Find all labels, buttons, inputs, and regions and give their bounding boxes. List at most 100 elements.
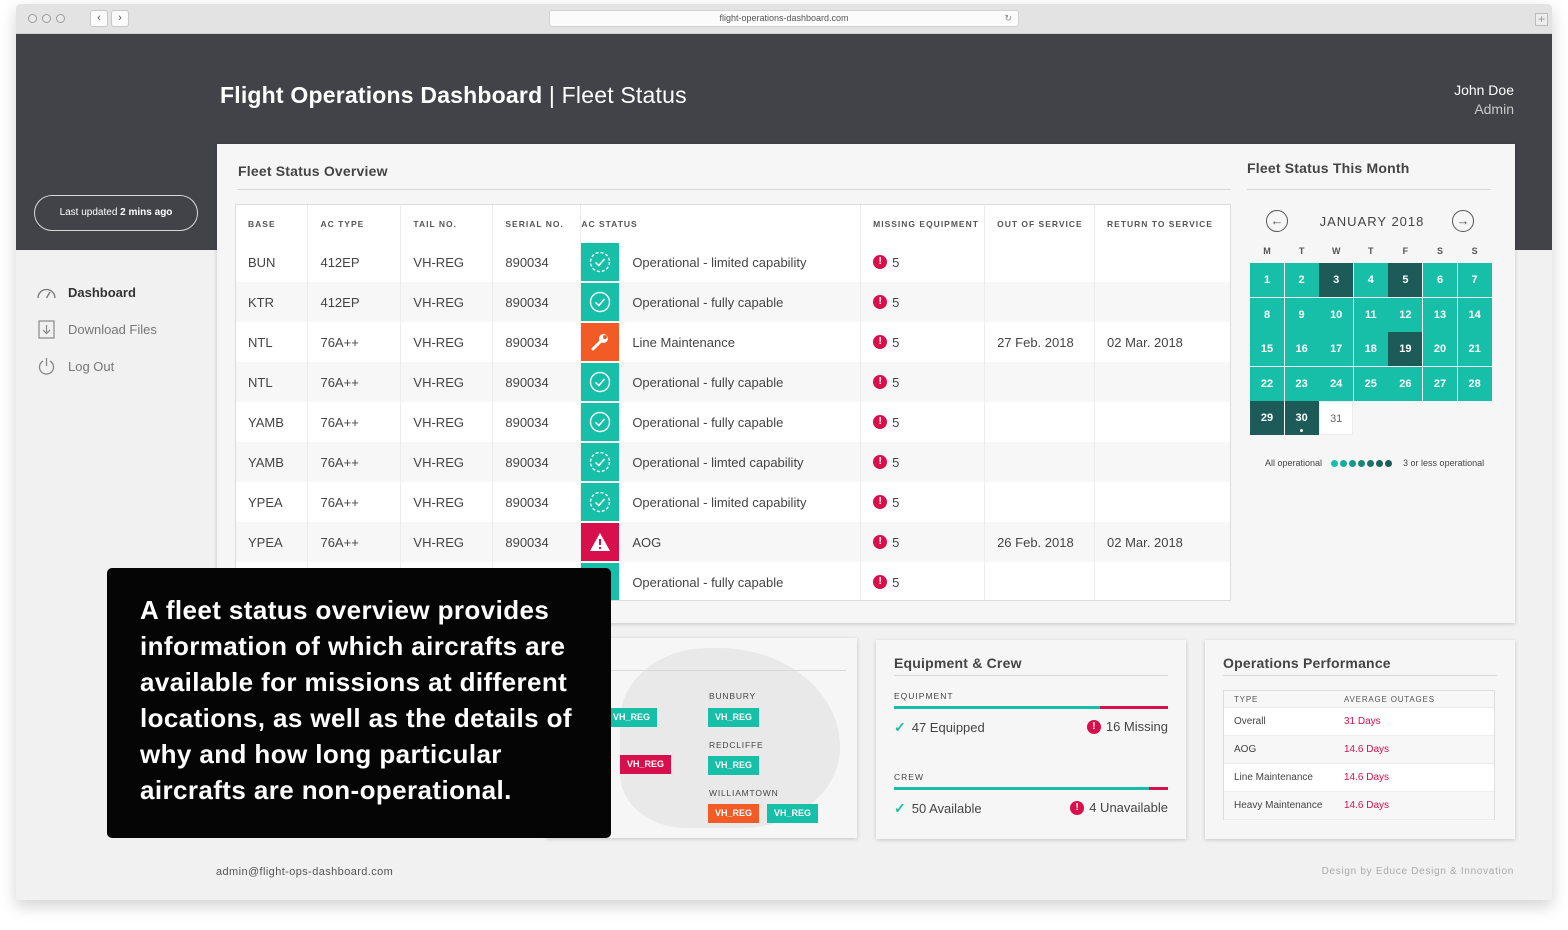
calendar-day[interactable]: 15: [1250, 332, 1284, 366]
fleet-overview-title: Fleet Status Overview: [238, 163, 388, 179]
cell-status: Operational - fully capable: [580, 562, 862, 600]
calendar-day-number: 15: [1260, 343, 1274, 355]
map-aircraft-tag[interactable]: VH_REG: [620, 755, 672, 774]
zoom-window-button[interactable]: [56, 14, 65, 23]
minimize-window-button[interactable]: [42, 14, 51, 23]
next-month-button[interactable]: →: [1452, 210, 1474, 232]
dashed-check-circle-icon: [581, 443, 620, 481]
dashed-check-circle-icon: [581, 243, 620, 281]
calendar-day[interactable]: 2: [1284, 263, 1319, 297]
browser-toolbar: ‹ › flight-operations-dashboard.com ↻ +: [16, 4, 1552, 34]
close-window-button[interactable]: [28, 14, 37, 23]
column-header: AVERAGE OUTAGES: [1344, 694, 1435, 704]
alert-icon: !: [873, 255, 888, 269]
calendar-day[interactable]: 30: [1284, 401, 1319, 435]
address-bar[interactable]: flight-operations-dashboard.com ↻: [549, 10, 1019, 27]
calendar-day[interactable]: 18: [1353, 332, 1388, 366]
calendar-day[interactable]: 4: [1353, 263, 1388, 297]
calendar-day[interactable]: 23: [1284, 366, 1319, 401]
calendar-day[interactable]: 16: [1284, 332, 1319, 366]
outage-type: Overall: [1234, 716, 1266, 727]
missing-count: 5: [892, 454, 900, 470]
table-row[interactable]: YPEA 76A++ VH-REG 890034 AOG! 5 26 Feb. 2018 02…: [236, 522, 1230, 562]
footer-email[interactable]: admin@flight-ops-dashboard.com: [216, 866, 393, 878]
cell-base: NTL: [236, 362, 309, 402]
city-label: BUNBURY: [709, 691, 757, 701]
table-row[interactable]: KTR 412EP VH-REG 890034 Operational - fully …: [236, 282, 1230, 322]
map-aircraft-tag[interactable]: VH_REG: [708, 804, 760, 823]
column-header[interactable]: AC STATUS: [580, 205, 862, 242]
column-header[interactable]: RETURN TO SERVICE: [1094, 205, 1230, 242]
user-menu[interactable]: John Doe Admin: [1454, 81, 1514, 119]
missing-stat: ! 16 Missing: [1086, 719, 1168, 734]
table-row[interactable]: YPEA 76A++ VH-REG 890034 Operational - limit…: [236, 482, 1230, 522]
missing-count: 5: [892, 414, 900, 430]
sidebar-item-log-out[interactable]: Log Out: [36, 348, 157, 385]
calendar-day[interactable]: 6: [1423, 263, 1457, 297]
calendar-day[interactable]: 3: [1319, 263, 1354, 297]
calendar-day[interactable]: 7: [1457, 263, 1492, 297]
page-title: Flight Operations Dashboard | Fleet Stat…: [220, 82, 687, 109]
calendar-day[interactable]: 28: [1457, 366, 1492, 401]
unavailable-value: 4 Unavailable: [1089, 800, 1168, 815]
calendar-day-number: 19: [1399, 343, 1412, 355]
column-header[interactable]: SERIAL NO.: [492, 205, 582, 242]
calendar-day-number: 31: [1330, 413, 1343, 425]
status-text: Line Maintenance: [632, 334, 735, 350]
outage-type: AOG: [1234, 744, 1257, 755]
back-button[interactable]: ‹: [90, 10, 108, 27]
table-row[interactable]: NTL 76A++ VH-REG 890034 Line Maintenance! 5 27…: [236, 322, 1230, 362]
column-header[interactable]: MISSING EQUIPMENT: [860, 205, 986, 242]
calendar-day-number: 7: [1471, 274, 1478, 286]
calendar-day-number: 17: [1330, 343, 1343, 355]
calendar-day[interactable]: 29: [1250, 401, 1284, 435]
calendar-day[interactable]: 14: [1457, 297, 1492, 332]
sidebar-item-dashboard[interactable]: Dashboard: [36, 274, 157, 311]
calendar-day[interactable]: 31: [1319, 401, 1354, 435]
column-header[interactable]: TAIL NO.: [400, 205, 494, 242]
calendar-day[interactable]: 13: [1423, 297, 1457, 332]
table-row[interactable]: YAMB 76A++ VH-REG 890034 Operational - limte…: [236, 442, 1230, 482]
forward-button[interactable]: ›: [111, 10, 129, 27]
table-row[interactable]: NTL 76A++ VH-REG 890034 Operational - fully …: [236, 362, 1230, 402]
cell-ac-type: 412EP: [307, 242, 402, 282]
operations-title: Operations Performance: [1223, 655, 1391, 671]
calendar-day[interactable]: 17: [1319, 332, 1354, 366]
divider: [1247, 189, 1491, 190]
calendar-day[interactable]: 26: [1388, 366, 1423, 401]
calendar-day[interactable]: 11: [1353, 297, 1388, 332]
calendar-day[interactable]: 27: [1423, 366, 1457, 401]
calendar-day[interactable]: 5: [1388, 263, 1423, 297]
column-header[interactable]: AC TYPE: [307, 205, 402, 242]
alert-icon: !: [873, 575, 888, 589]
calendar-day[interactable]: 1: [1250, 263, 1284, 297]
calendar-day[interactable]: 22: [1250, 366, 1284, 401]
reload-icon[interactable]: ↻: [1004, 11, 1012, 26]
gauge-icon: [36, 282, 57, 303]
legend-dot: [1358, 459, 1366, 467]
calendar-day[interactable]: 9: [1284, 297, 1319, 332]
map-aircraft-tag[interactable]: VH_REG: [708, 756, 760, 775]
calendar-day[interactable]: 24: [1319, 366, 1354, 401]
caption-text: A fleet status overview provides informa…: [140, 595, 572, 805]
map-aircraft-tag[interactable]: VH_REG: [708, 708, 760, 727]
map-aircraft-tag[interactable]: VH_REG: [606, 708, 658, 727]
calendar-day[interactable]: 10: [1319, 297, 1354, 332]
calendar-day[interactable]: 12: [1388, 297, 1423, 332]
calendar-day[interactable]: 19: [1388, 332, 1423, 366]
calendar-day[interactable]: 8: [1250, 297, 1284, 332]
calendar-day-number: 30: [1295, 412, 1308, 424]
outage-value: 14.6 Days: [1344, 744, 1390, 755]
calendar-day[interactable]: 20: [1423, 332, 1457, 366]
cell-status: Operational - limited capability: [580, 482, 862, 522]
sidebar-item-download-files[interactable]: Download Files: [36, 311, 157, 348]
column-header[interactable]: BASE: [236, 205, 309, 242]
missing-count: 5: [892, 494, 900, 510]
new-tab-button[interactable]: +: [1535, 13, 1548, 26]
calendar-day[interactable]: 21: [1457, 332, 1492, 366]
table-row[interactable]: BUN 412EP VH-REG 890034 Operational - limite…: [236, 242, 1230, 282]
calendar-day[interactable]: 25: [1353, 366, 1388, 401]
column-header[interactable]: OUT OF SERVICE: [984, 205, 1096, 242]
map-aircraft-tag[interactable]: VH_REG: [767, 804, 819, 823]
table-row[interactable]: YAMB 76A++ VH-REG 890034 Operational - fully…: [236, 402, 1230, 442]
